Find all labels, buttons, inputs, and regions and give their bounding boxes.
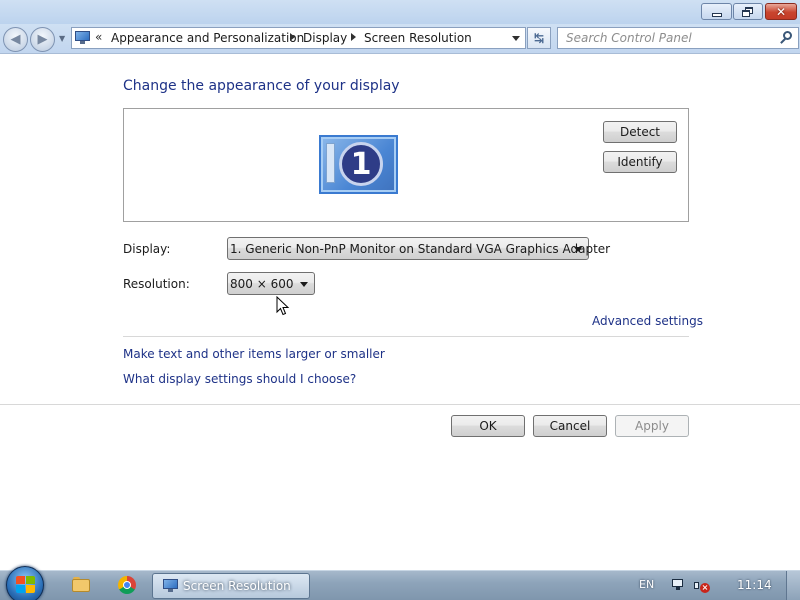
forward-arrow-icon: ▶ [37, 32, 48, 47]
page-title: Change the appearance of your display [123, 78, 400, 94]
restore-icon [742, 6, 754, 17]
monitor-number-badge: 1 [339, 142, 383, 186]
chevron-down-icon [300, 282, 308, 287]
breadcrumb-screen-resolution[interactable]: Screen Resolution [364, 31, 472, 45]
network-icon[interactable] [672, 579, 686, 592]
close-icon: ✕ [775, 4, 787, 19]
minimize-icon [711, 12, 722, 17]
apply-button: Apply [615, 415, 689, 437]
taskbar: Screen Resolution EN × 11:14 [0, 566, 800, 600]
search-input[interactable]: Search Control Panel [557, 27, 799, 49]
address-history-dropdown-icon[interactable] [512, 36, 520, 41]
breadcrumb-separator-icon[interactable] [290, 33, 295, 41]
section-divider [123, 336, 689, 337]
volume-muted-icon[interactable]: × [694, 579, 710, 593]
monitor-1-tile[interactable]: 1 [319, 135, 398, 194]
windows-logo-icon [16, 576, 36, 594]
display-label: Display: [123, 242, 171, 256]
close-button[interactable]: ✕ [765, 3, 797, 20]
show-desktop-button[interactable] [786, 571, 800, 600]
ok-button[interactable]: OK [451, 415, 525, 437]
start-button[interactable] [6, 566, 44, 600]
address-overflow-chevron[interactable]: « [95, 30, 102, 44]
cancel-button[interactable]: Cancel [533, 415, 607, 437]
advanced-settings-link[interactable]: Advanced settings [592, 314, 703, 328]
breadcrumb-appearance-and-personalization[interactable]: Appearance and Personalization [111, 31, 304, 45]
language-indicator[interactable]: EN [639, 578, 654, 591]
resolution-select[interactable]: 800 × 600 [227, 272, 315, 295]
forward-button[interactable]: ▶ [30, 27, 55, 52]
maximize-button[interactable] [733, 3, 763, 20]
identify-button[interactable]: Identify [603, 151, 677, 173]
resolution-label: Resolution: [123, 277, 190, 291]
chrome-icon[interactable] [118, 576, 136, 594]
windows-explorer-icon[interactable] [72, 576, 90, 594]
refresh-button[interactable]: ↹ [527, 27, 551, 49]
display-select[interactable]: 1. Generic Non-PnP Monitor on Standard V… [227, 237, 610, 260]
title-bar: ✕ [0, 0, 800, 24]
search-icon[interactable] [780, 31, 794, 45]
minimize-button[interactable] [701, 3, 732, 20]
control-panel-icon [163, 579, 178, 592]
breadcrumb-display[interactable]: Display [303, 31, 347, 45]
recent-pages-dropdown[interactable]: ▼ [59, 34, 65, 43]
clock[interactable]: 11:14 [737, 578, 772, 592]
breadcrumb-separator-icon[interactable] [351, 33, 356, 41]
search-placeholder: Search Control Panel [566, 31, 692, 45]
detect-button[interactable]: Detect [603, 121, 677, 143]
footer-divider [0, 404, 800, 405]
mouse-cursor-icon [276, 296, 290, 316]
taskbar-item-screen-resolution[interactable]: Screen Resolution [152, 573, 310, 599]
monitor-taskbar-preview [326, 143, 335, 183]
refresh-icon: ↹ [533, 31, 545, 45]
display-select-value: 1. Generic Non-PnP Monitor on Standard V… [230, 242, 611, 256]
back-arrow-icon: ◀ [10, 32, 21, 47]
back-button[interactable]: ◀ [3, 27, 28, 52]
address-bar[interactable]: « Appearance and Personalization Display… [71, 27, 526, 49]
taskbar-item-label: Screen Resolution [183, 579, 291, 593]
display-settings-help-link[interactable]: What display settings should I choose? [123, 372, 356, 386]
resolution-select-value: 800 × 600 [230, 277, 294, 291]
text-size-link[interactable]: Make text and other items larger or smal… [123, 347, 385, 361]
chevron-down-icon [574, 247, 582, 252]
control-panel-icon [75, 31, 90, 44]
